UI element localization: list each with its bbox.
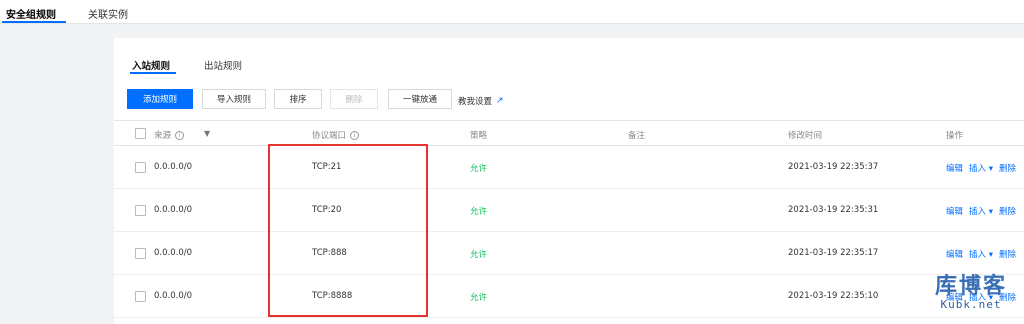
row-checkbox[interactable] <box>135 248 146 259</box>
delete-link[interactable]: 删除 <box>999 248 1016 260</box>
delete-button[interactable]: 删除 <box>330 89 378 109</box>
import-rules-button[interactable]: 导入规则 <box>202 89 266 109</box>
row-checkbox[interactable] <box>135 291 146 302</box>
col-source: 来源 i <box>154 129 185 141</box>
tab-security-group-rules[interactable]: 安全组规则 <box>6 6 56 21</box>
active-tab-indicator <box>2 21 66 23</box>
row-policy: 允许 <box>470 164 488 174</box>
row-modified-time: 2021-03-19 22:35:17 <box>788 248 879 258</box>
add-rule-button[interactable]: 添加规则 <box>127 89 193 109</box>
col-modified-time: 修改时间 <box>788 131 823 141</box>
row-policy: 允许 <box>470 293 488 303</box>
col-protocol-port-label: 协议端口 <box>312 131 347 141</box>
insert-label: 插入 <box>969 164 987 174</box>
row-actions: 编辑 插入 ▾ 删除 <box>946 162 1016 174</box>
edit-link[interactable]: 编辑 <box>946 248 963 260</box>
insert-link[interactable]: 插入 ▾ <box>969 248 993 260</box>
col-actions: 操作 <box>946 131 964 141</box>
tab-inbound-rules[interactable]: 入站规则 <box>132 58 170 72</box>
row-modified-time: 2021-03-19 22:35:10 <box>788 291 879 301</box>
row-actions: 编辑 插入 ▾ 删除 <box>946 248 1016 260</box>
col-protocol-port: 协议端口 i <box>312 129 360 141</box>
watermark: 库博客 Kubk.net <box>921 274 1021 312</box>
row-modified-time: 2021-03-19 22:35:31 <box>788 205 879 215</box>
row-source: 0.0.0.0/0 <box>154 162 193 172</box>
delete-link[interactable]: 删除 <box>999 162 1016 174</box>
filter-icon[interactable]: ▼ <box>204 129 210 138</box>
top-tab-bar: 安全组规则 关联实例 <box>0 0 1024 24</box>
caret-down-icon: ▾ <box>988 207 994 217</box>
row-checkbox[interactable] <box>135 205 146 216</box>
sub-tab-indicator <box>130 72 176 74</box>
highlight-box <box>268 144 428 317</box>
row-actions: 编辑 插入 ▾ 删除 <box>946 205 1016 217</box>
table-row: 0.0.0.0/0 TCP:21 允许 2021-03-19 22:35:37 … <box>114 146 1024 189</box>
col-source-label: 来源 <box>154 131 172 141</box>
row-source: 0.0.0.0/0 <box>154 248 193 258</box>
tutorial-link-label: 教我设置 <box>458 97 493 107</box>
row-checkbox[interactable] <box>135 162 146 173</box>
caret-down-icon: ▾ <box>988 164 994 174</box>
row-source: 0.0.0.0/0 <box>154 291 193 301</box>
tab-associated-instances[interactable]: 关联实例 <box>88 6 128 21</box>
insert-link[interactable]: 插入 ▾ <box>969 205 993 217</box>
insert-link[interactable]: 插入 ▾ <box>969 162 993 174</box>
tab-outbound-rules[interactable]: 出站规则 <box>204 58 242 72</box>
table-row: 0.0.0.0/0 TCP:20 允许 2021-03-19 22:35:31 … <box>114 189 1024 232</box>
external-link-icon: ↗ <box>496 96 504 106</box>
rules-panel: 入站规则 出站规则 添加规则 导入规则 排序 删除 一键放通 教我设置 ↗ 来源… <box>114 38 1024 324</box>
col-note: 备注 <box>628 131 646 141</box>
row-policy: 允许 <box>470 207 488 217</box>
edit-link[interactable]: 编辑 <box>946 162 963 174</box>
watermark-main: 库博客 <box>934 273 1007 299</box>
table-row: 0.0.0.0/0 TCP:8888 允许 2021-03-19 22:35:1… <box>114 275 1024 318</box>
row-modified-time: 2021-03-19 22:35:37 <box>788 162 879 172</box>
row-source: 0.0.0.0/0 <box>154 205 193 215</box>
select-all-checkbox[interactable] <box>135 128 146 139</box>
sort-button[interactable]: 排序 <box>274 89 322 109</box>
info-icon[interactable]: i <box>175 130 185 140</box>
insert-label: 插入 <box>969 250 987 260</box>
edit-link[interactable]: 编辑 <box>946 205 963 217</box>
table-row: 0.0.0.0/0 TCP:888 允许 2021-03-19 22:35:17… <box>114 232 1024 275</box>
col-source-filter[interactable]: ▼ <box>204 129 210 138</box>
info-icon[interactable]: i <box>350 130 360 140</box>
table-header: 来源 i ▼ 协议端口 i 策略 备注 修改时间 操作 <box>114 120 1024 146</box>
one-click-open-button[interactable]: 一键放通 <box>388 89 452 109</box>
delete-link[interactable]: 删除 <box>999 205 1016 217</box>
row-policy: 允许 <box>470 250 488 260</box>
caret-down-icon: ▾ <box>988 250 994 260</box>
tutorial-link[interactable]: 教我设置 ↗ <box>458 95 504 107</box>
col-policy: 策略 <box>470 131 488 141</box>
watermark-sub: Kubk.net <box>940 298 1002 311</box>
insert-label: 插入 <box>969 207 987 217</box>
